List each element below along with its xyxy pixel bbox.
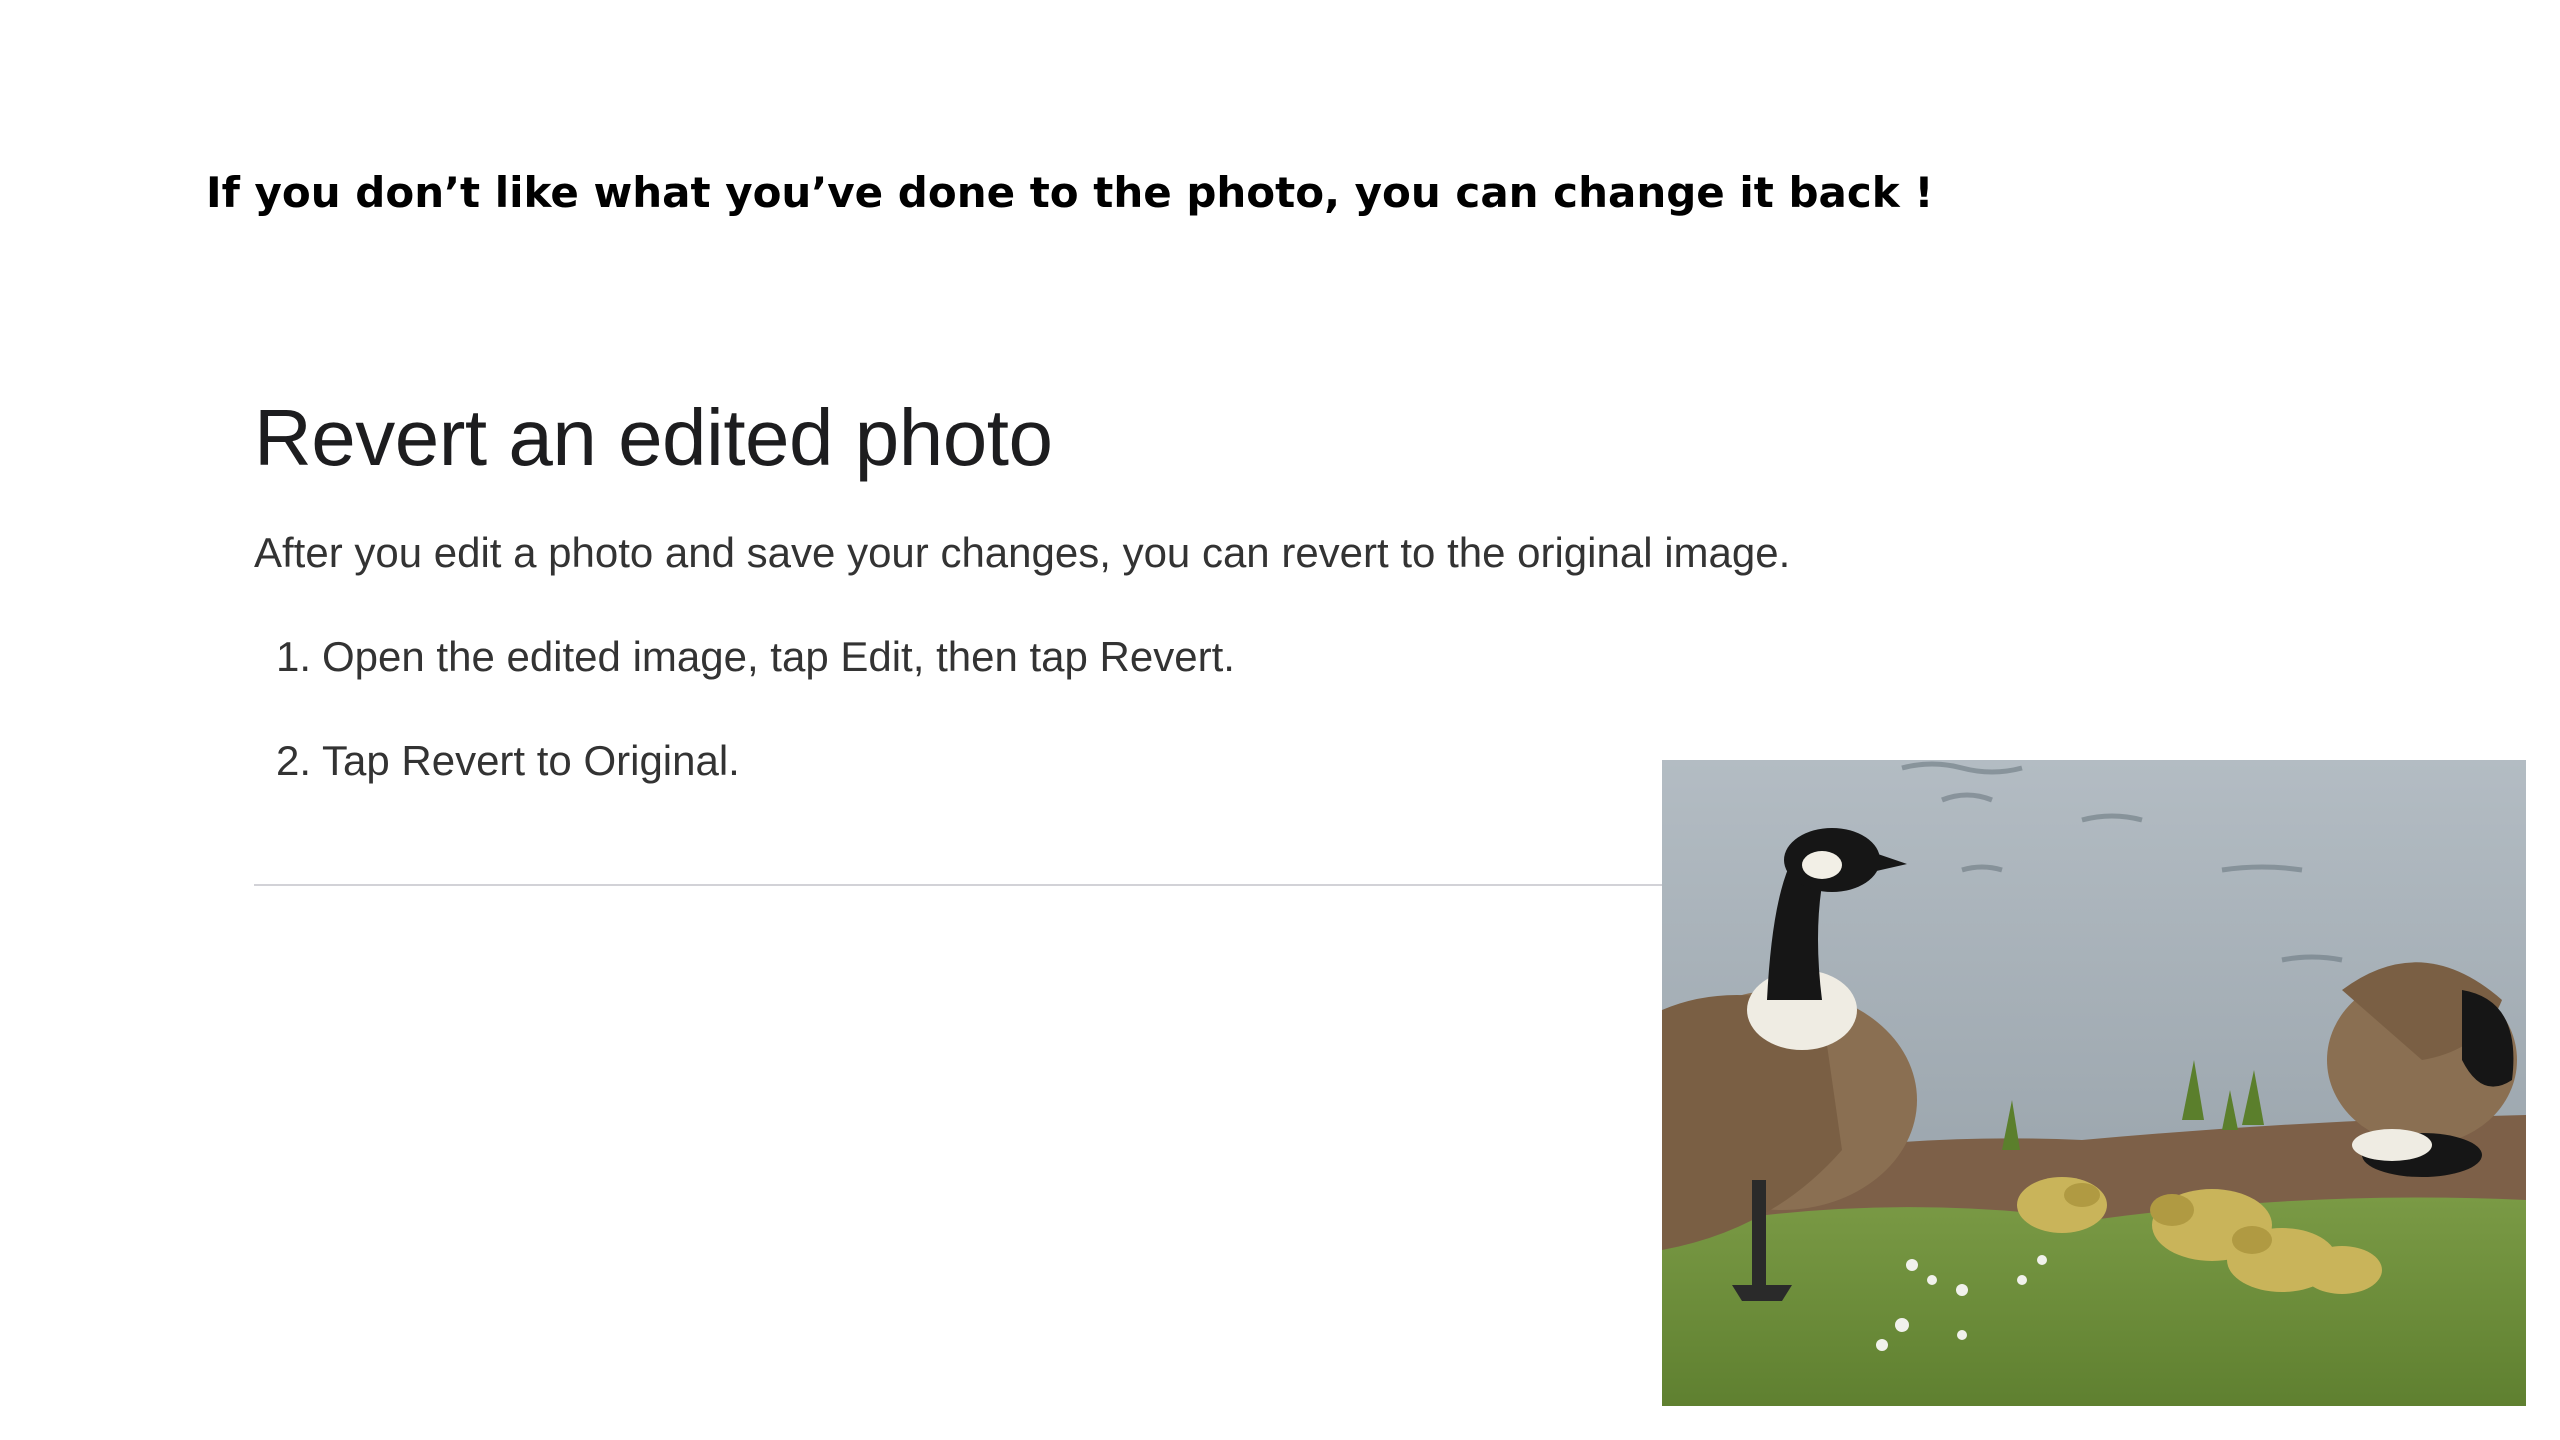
step-number: 2. (276, 737, 312, 784)
step-number: 1. (276, 633, 312, 680)
article-intro: After you edit a photo and save your cha… (254, 529, 1791, 576)
geese-photo (1662, 760, 2526, 1406)
article-title: Revert an edited photo (254, 393, 1053, 482)
step-text: Tap Revert to Original. (322, 737, 740, 784)
slide: If you don’t like what you’ve done to th… (0, 0, 2560, 1440)
step-text: Open the edited image, tap Edit, then ta… (322, 633, 1235, 680)
slide-caption: If you don’t like what you’ve done to th… (206, 168, 1934, 217)
geese-photo-illustration (1662, 760, 2526, 1406)
divider (254, 884, 1664, 886)
list-item: 1. Open the edited image, tap Edit, then … (254, 630, 1235, 734)
list-item: 2. Tap Revert to Original. (254, 734, 1235, 838)
steps-list: 1. Open the edited image, tap Edit, then … (254, 630, 1235, 838)
help-article: Revert an edited photo After you edit a … (254, 386, 1974, 784)
